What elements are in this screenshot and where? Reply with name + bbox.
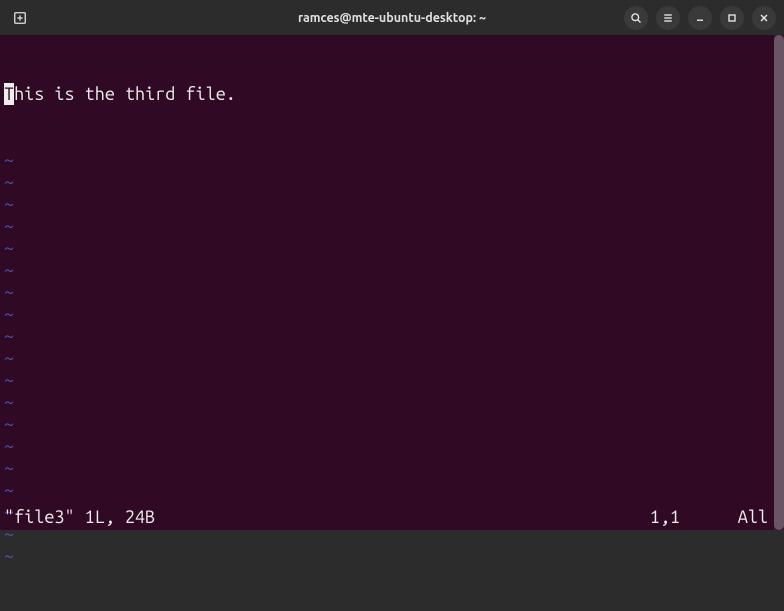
menu-button[interactable] bbox=[656, 6, 680, 30]
empty-line-tilde: ~ bbox=[4, 325, 780, 347]
empty-line-tilde: ~ bbox=[4, 479, 780, 501]
empty-line-tilde: ~ bbox=[4, 369, 780, 391]
new-tab-button[interactable] bbox=[8, 6, 32, 30]
window-title: ramces@mte-ubuntu-desktop: ~ bbox=[298, 11, 486, 25]
titlebar-left bbox=[8, 6, 32, 30]
empty-line-tilde: ~ bbox=[4, 391, 780, 413]
window-titlebar: ramces@mte-ubuntu-desktop: ~ bbox=[0, 0, 784, 35]
empty-line-tilde: ~ bbox=[4, 435, 780, 457]
scrollbar-thumb[interactable] bbox=[774, 35, 784, 530]
empty-line-tilde: ~ bbox=[4, 413, 780, 435]
empty-line-tilde: ~ bbox=[4, 215, 780, 237]
empty-line-tilde: ~ bbox=[4, 171, 780, 193]
empty-line-tilde: ~ bbox=[4, 259, 780, 281]
empty-line-tilde: ~ bbox=[4, 281, 780, 303]
search-button[interactable] bbox=[624, 6, 648, 30]
titlebar-right bbox=[624, 6, 776, 30]
line-text: his is the third file. bbox=[14, 83, 236, 105]
empty-line-tilde: ~ bbox=[4, 149, 780, 171]
close-button[interactable] bbox=[752, 6, 776, 30]
maximize-button[interactable] bbox=[720, 6, 744, 30]
file-content-line: This is the third file. bbox=[4, 83, 780, 105]
cursor: T bbox=[4, 83, 14, 105]
terminal-area[interactable]: This is the third file. ~~~~~~~~~~~~~~~~… bbox=[0, 35, 784, 530]
terminal-scrollbar[interactable] bbox=[774, 35, 784, 530]
empty-line-tilde: ~ bbox=[4, 193, 780, 215]
vim-status-line: "file3" 1L, 24B 1,1 All bbox=[4, 506, 780, 528]
empty-line-tilde: ~ bbox=[4, 303, 780, 325]
empty-line-tilde: ~ bbox=[4, 457, 780, 479]
status-filename: "file3" 1L, 24B bbox=[4, 506, 155, 528]
empty-line-tilde: ~ bbox=[4, 545, 780, 567]
empty-line-tilde: ~ bbox=[4, 347, 780, 369]
empty-line-tilde: ~ bbox=[4, 237, 780, 259]
status-scroll-indicator: All bbox=[738, 506, 768, 528]
minimize-button[interactable] bbox=[688, 6, 712, 30]
